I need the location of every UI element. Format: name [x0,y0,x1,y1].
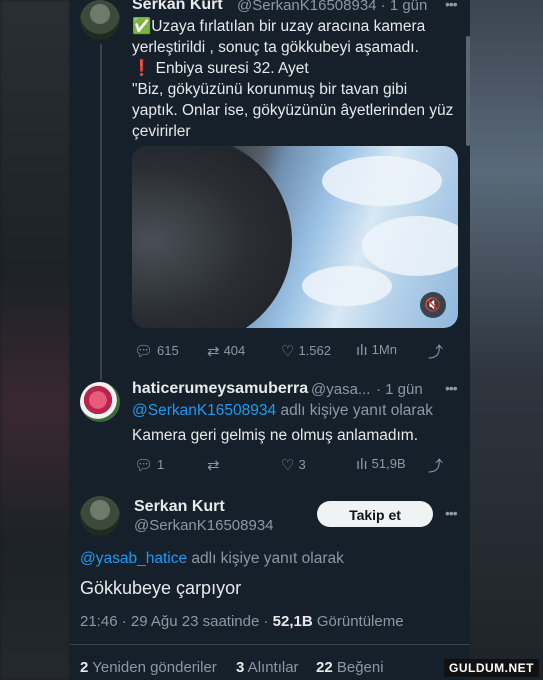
thread-line [100,44,102,380]
tweet-thread-panel: Serkan Kurt @SerkanK16508934 · 1 gün •••… [70,0,470,680]
tweet-line: yaptık. Onlar ise, gökyüzünün âyetlerind… [132,102,454,119]
tweet-text: Kamera geri gelmiş ne olmuş anlamadım. [132,427,419,444]
background-blur-right [470,0,543,680]
share-icon: ⤴ [428,344,444,361]
share-button[interactable]: ⤴ [428,341,447,362]
chart-icon: ılı [356,342,368,359]
tweet-text: ✅Uzaya fırlatılan bir uzay aracına kamer… [132,16,453,142]
heart-icon: ♡ [281,343,295,360]
background-blur-left [0,0,70,680]
reply-button[interactable]: 💬︎ 615 [134,342,179,360]
share-button[interactable]: ⤴ [428,455,447,476]
author-handle[interactable]: @SerkanK16508934 [134,517,274,534]
avatar[interactable] [80,382,120,422]
tweet-time[interactable]: · 1 gün [376,381,423,398]
tweet-line: ❗ Enbiya suresi 32. Ayet [132,60,309,77]
tweet-line: yerleştirildi , sonuç ta gökkubeyi aşama… [132,39,419,56]
author-handle[interactable]: @yasa... [311,381,370,398]
author-name[interactable]: Serkan Kurt [134,498,225,516]
likes-stat[interactable]: 22 Beğeni [316,659,384,676]
cloud-shape [302,266,392,306]
avatar[interactable] [80,0,120,40]
cloud-shape [362,216,458,276]
reply-to-link[interactable]: @SerkanK16508934 [132,402,276,419]
view-count: 52,1B [272,613,313,630]
retweet-button[interactable]: ⇄ 404 [207,342,245,360]
retweet-button[interactable]: ⇄ [207,456,224,474]
retweets-stat[interactable]: 2 Yeniden gönderiler [80,659,217,676]
cloud-shape [322,156,442,206]
heart-icon: ♡ [281,457,295,474]
like-button[interactable]: ♡ 3 [281,456,306,474]
scrollbar[interactable] [466,36,470,146]
tweet-line: çevirirler [132,123,191,140]
watermark: GULDUM.NET [444,659,539,677]
share-icon: ⤴ [428,458,444,475]
tweet-line: "Biz, gökyüzünü korunmuş bir tavan gibi [132,81,408,98]
spacecraft-image [132,146,292,328]
reply-context: @yasab_hatice adlı kişiye yanıt olarak [80,550,344,567]
author-handle[interactable]: @SerkanK16508934 · 1 gün [237,0,427,14]
retweet-icon: ⇄ [207,343,220,360]
more-icon[interactable]: ••• [445,380,458,396]
reply-to-link[interactable]: @yasab_hatice [80,550,187,567]
mute-icon[interactable]: 🔇 [420,292,446,318]
views-button[interactable]: ılı 51,9B [356,456,406,473]
retweet-icon: ⇄ [207,457,220,474]
views-button[interactable]: ılı 1Mn [356,342,397,359]
tweet-video[interactable]: 🔇 [132,146,458,328]
author-name[interactable]: Serkan Kurt [132,0,223,14]
chart-icon: ılı [356,456,368,473]
reply-button[interactable]: 💬︎ 1 [134,456,164,474]
tweet-text: Gökkubeye çarpıyor [80,578,242,598]
reply-context: @SerkanK16508934 adlı kişiye yanıt olara… [132,402,433,419]
more-icon[interactable]: ••• [445,0,458,12]
like-button[interactable]: ♡ 1.562 [281,342,331,360]
tweet-line: ✅Uzaya fırlatılan bir uzay aracına kamer… [132,18,426,35]
divider [70,644,470,645]
tweet-meta: 21:46 · 29 Ağu 23 saatinde · 52,1B Görün… [80,613,404,630]
avatar[interactable] [80,496,120,536]
reply-icon: 💬︎ [134,343,154,360]
more-icon[interactable]: ••• [445,505,458,521]
follow-button[interactable]: Takip et [317,501,433,527]
author-name[interactable]: haticerumeysamuberra [132,380,308,398]
reply-icon: 💬︎ [134,457,154,474]
quotes-stat[interactable]: 3 Alıntılar [236,659,299,676]
